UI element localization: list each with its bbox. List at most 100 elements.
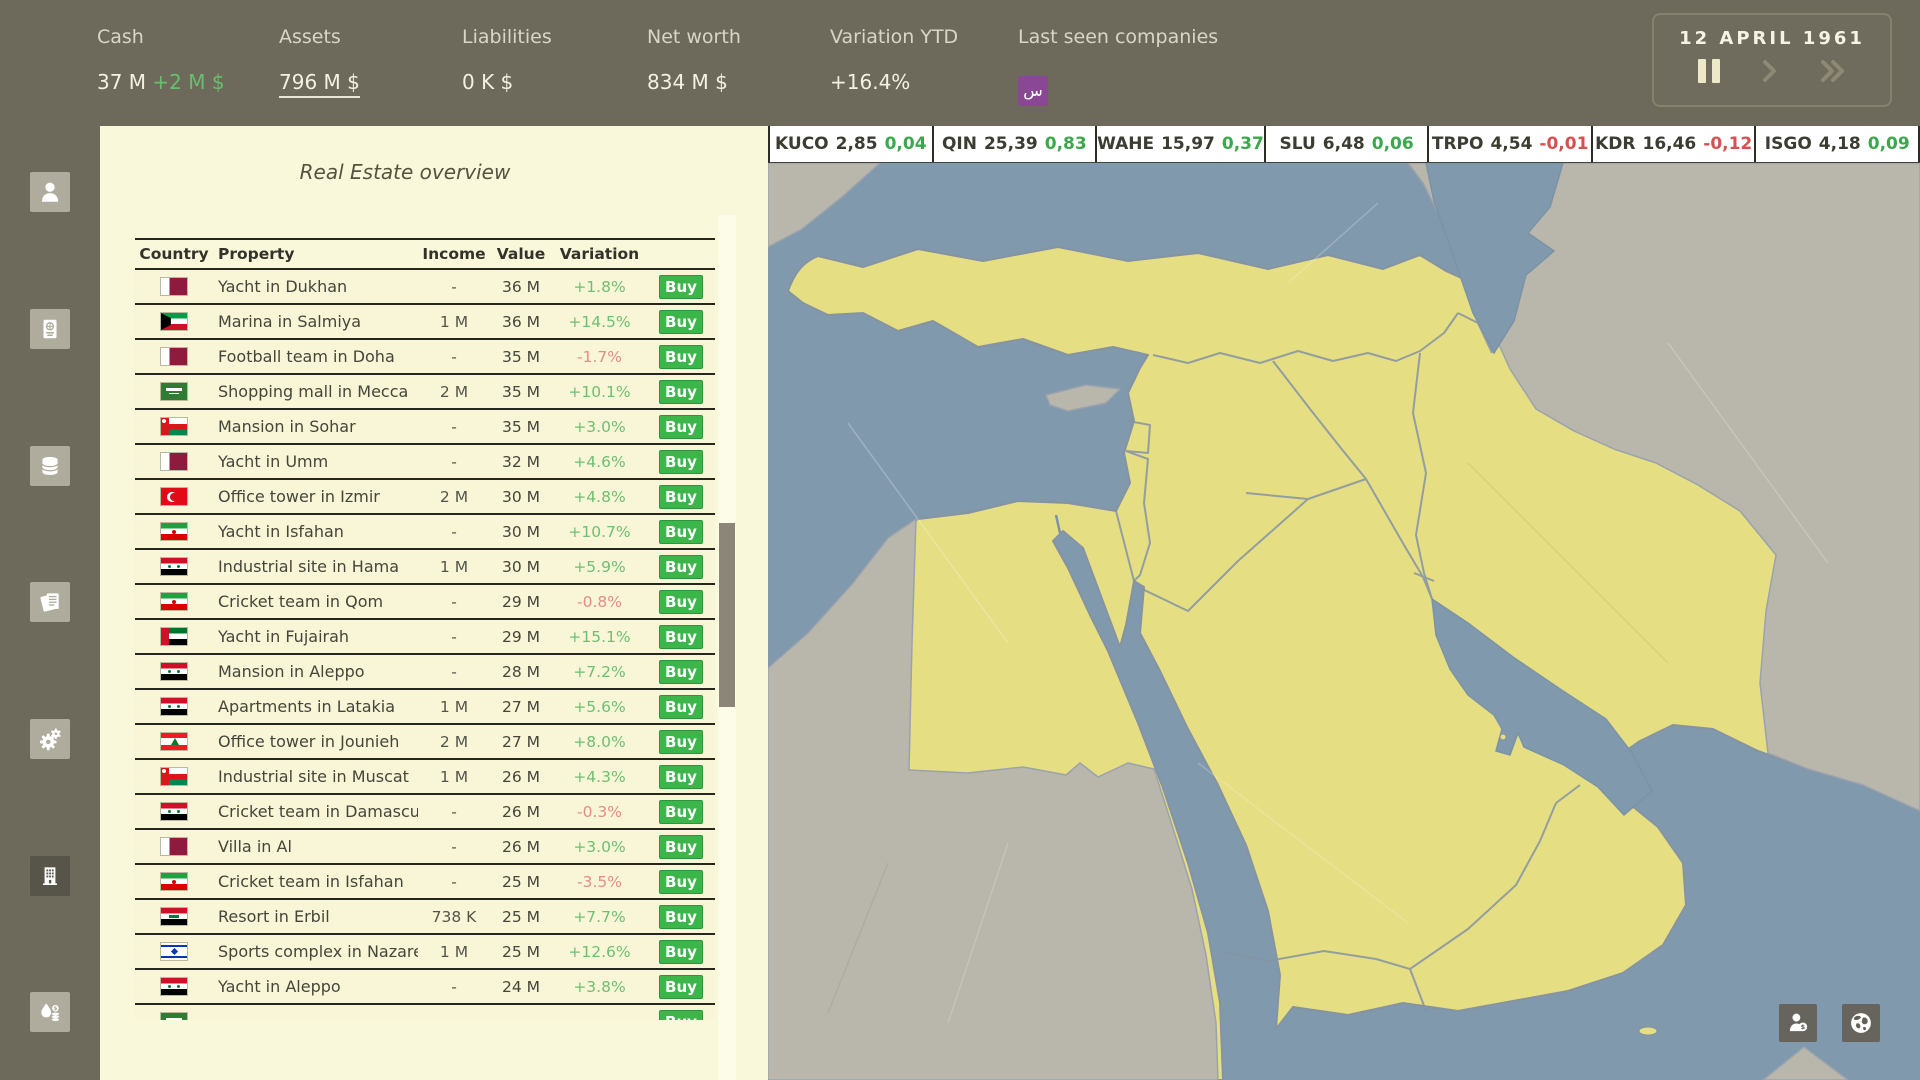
ticker-cell[interactable]: TRPO 4,54 -0,01 (1429, 126, 1593, 162)
globe-button[interactable] (1842, 1004, 1880, 1042)
buy-button[interactable]: Buy (659, 449, 703, 474)
sidebar: $ (0, 126, 100, 1080)
cash-label: Cash (97, 26, 144, 48)
passport-icon (43, 319, 57, 339)
buy-button[interactable]: Buy (659, 974, 703, 999)
buy-button[interactable]: Buy (659, 414, 703, 439)
country-flag-qatar (161, 453, 187, 470)
income-value: 1 M (439, 557, 469, 576)
play-button[interactable] (1762, 59, 1778, 83)
property-value: 36 M (501, 312, 541, 331)
ticker-price: 4,18 (1818, 134, 1861, 154)
buy-button[interactable]: Buy (659, 589, 703, 614)
country-flag-syria (161, 978, 187, 995)
population-button[interactable]: $ (1779, 1004, 1817, 1042)
world-map[interactable] (768, 163, 1920, 1080)
buy-button[interactable]: Buy (659, 659, 703, 684)
variation-value: +1.8% (573, 277, 626, 296)
property-value: 29 M (501, 592, 541, 611)
buy-button[interactable]: Buy (659, 1009, 703, 1020)
liabilities-label: Liabilities (462, 26, 552, 48)
property-name: Apartments in Latakia (218, 697, 396, 716)
fast-forward-button[interactable] (1820, 59, 1846, 83)
table-header: Country Property Income Value Variation (135, 238, 715, 270)
ticker-price: 25,39 (983, 134, 1038, 154)
sidebar-item-real-estate[interactable] (30, 856, 70, 896)
ticker-cell[interactable]: ISGO 4,18 0,09 (1756, 126, 1920, 162)
stat-liabilities: Liabilities 0 K $ (462, 26, 552, 94)
buy-button[interactable]: Buy (659, 694, 703, 719)
variation-value: +5.9% (573, 557, 626, 576)
income-value: 1 M (439, 767, 469, 786)
property-value: 25 M (501, 907, 541, 926)
income-value: - (451, 872, 457, 891)
buy-button[interactable]: Buy (659, 379, 703, 404)
buy-button[interactable]: Buy (659, 729, 703, 754)
buy-button[interactable]: Buy (659, 799, 703, 824)
variation-value: +4.6% (573, 452, 626, 471)
sidebar-item-industries[interactable] (30, 719, 70, 759)
ticker-cell[interactable]: KDR 16,46 -0,12 (1592, 126, 1757, 162)
variation-value: +15.1% (568, 627, 631, 646)
globe-icon (1851, 1013, 1871, 1033)
game-window: Cash 37 M +2 M $ Assets 796 M $ Liabilit… (0, 0, 1920, 1080)
sidebar-item-profile[interactable] (30, 172, 70, 212)
ticker-cell[interactable]: KUCO 2,85 0,04 (770, 126, 934, 162)
buy-button[interactable]: Buy (659, 764, 703, 789)
oil-money-icon: $ (41, 1003, 60, 1021)
svg-text:$: $ (54, 1006, 58, 1012)
buy-button[interactable]: Buy (659, 344, 703, 369)
variation-value: +3.0% (573, 417, 626, 436)
island-socotra (1638, 1026, 1658, 1036)
buy-button[interactable]: Buy (659, 519, 703, 544)
table-row: Villa in Al - 26 M +3.0% Buy (135, 830, 715, 865)
sidebar-item-finance[interactable] (30, 446, 70, 486)
property-name: Villa in Al (218, 837, 292, 856)
income-value: - (451, 837, 457, 856)
buy-button[interactable]: Buy (659, 309, 703, 334)
income-value: - (451, 347, 457, 366)
ticker-symbol: KDR (1595, 134, 1636, 154)
stat-cash: Cash 37 M +2 M $ (97, 26, 225, 94)
property-name: Office tower in Izmir (218, 487, 380, 506)
ticker-cell[interactable]: WAHE 15,97 0,37 (1097, 126, 1266, 162)
ticker-symbol: KUCO (775, 134, 829, 154)
variation-value: +5.6% (573, 697, 626, 716)
buy-button[interactable]: Buy (659, 274, 703, 299)
buy-button[interactable]: Buy (659, 834, 703, 859)
ticker-change: 0,09 (1867, 134, 1910, 154)
sidebar-item-news[interactable] (30, 582, 70, 622)
scrollbar-thumb[interactable] (719, 523, 735, 707)
variation-value: -1.7% (577, 347, 622, 366)
pause-button[interactable] (1698, 59, 1720, 83)
coin-stack-icon (41, 456, 59, 475)
country-flag-qatar (161, 838, 187, 855)
buy-button[interactable]: Buy (659, 904, 703, 929)
stat-variation-ytd: Variation YTD +16.4% (830, 26, 958, 94)
property-name: Sports complex in Nazareth (218, 942, 418, 961)
income-value: - (451, 452, 457, 471)
property-value: 30 M (501, 557, 541, 576)
company-icon[interactable]: س (1018, 76, 1048, 106)
ticker-symbol: QIN (941, 134, 977, 154)
buy-button[interactable]: Buy (659, 624, 703, 649)
ticker-symbol: WAHE (1097, 134, 1155, 154)
ticker-cell[interactable]: QIN 25,39 0,83 (933, 126, 1098, 162)
sidebar-item-commodities[interactable]: $ (30, 992, 70, 1032)
buy-button[interactable]: Buy (659, 554, 703, 579)
assets-value[interactable]: 796 M $ (279, 70, 360, 98)
ticker-cell[interactable]: SLU 6,48 0,06 (1265, 126, 1430, 162)
top-stats-bar: Cash 37 M +2 M $ Assets 796 M $ Liabilit… (0, 0, 1920, 126)
scrollbar-track[interactable] (718, 215, 736, 1080)
country-flag-qatar (161, 278, 187, 295)
country-flag-uae (161, 628, 187, 645)
ticker-symbol: ISGO (1764, 134, 1812, 154)
buy-button[interactable]: Buy (659, 484, 703, 509)
property-value: 35 M (501, 417, 541, 436)
buy-button[interactable]: Buy (659, 939, 703, 964)
variation-value: -3.5% (577, 872, 622, 891)
last-seen-companies-label: Last seen companies (1018, 26, 1219, 48)
sidebar-item-travel[interactable] (30, 309, 70, 349)
buy-button[interactable]: Buy (659, 869, 703, 894)
property-name: Industrial site in Hama (218, 557, 400, 576)
